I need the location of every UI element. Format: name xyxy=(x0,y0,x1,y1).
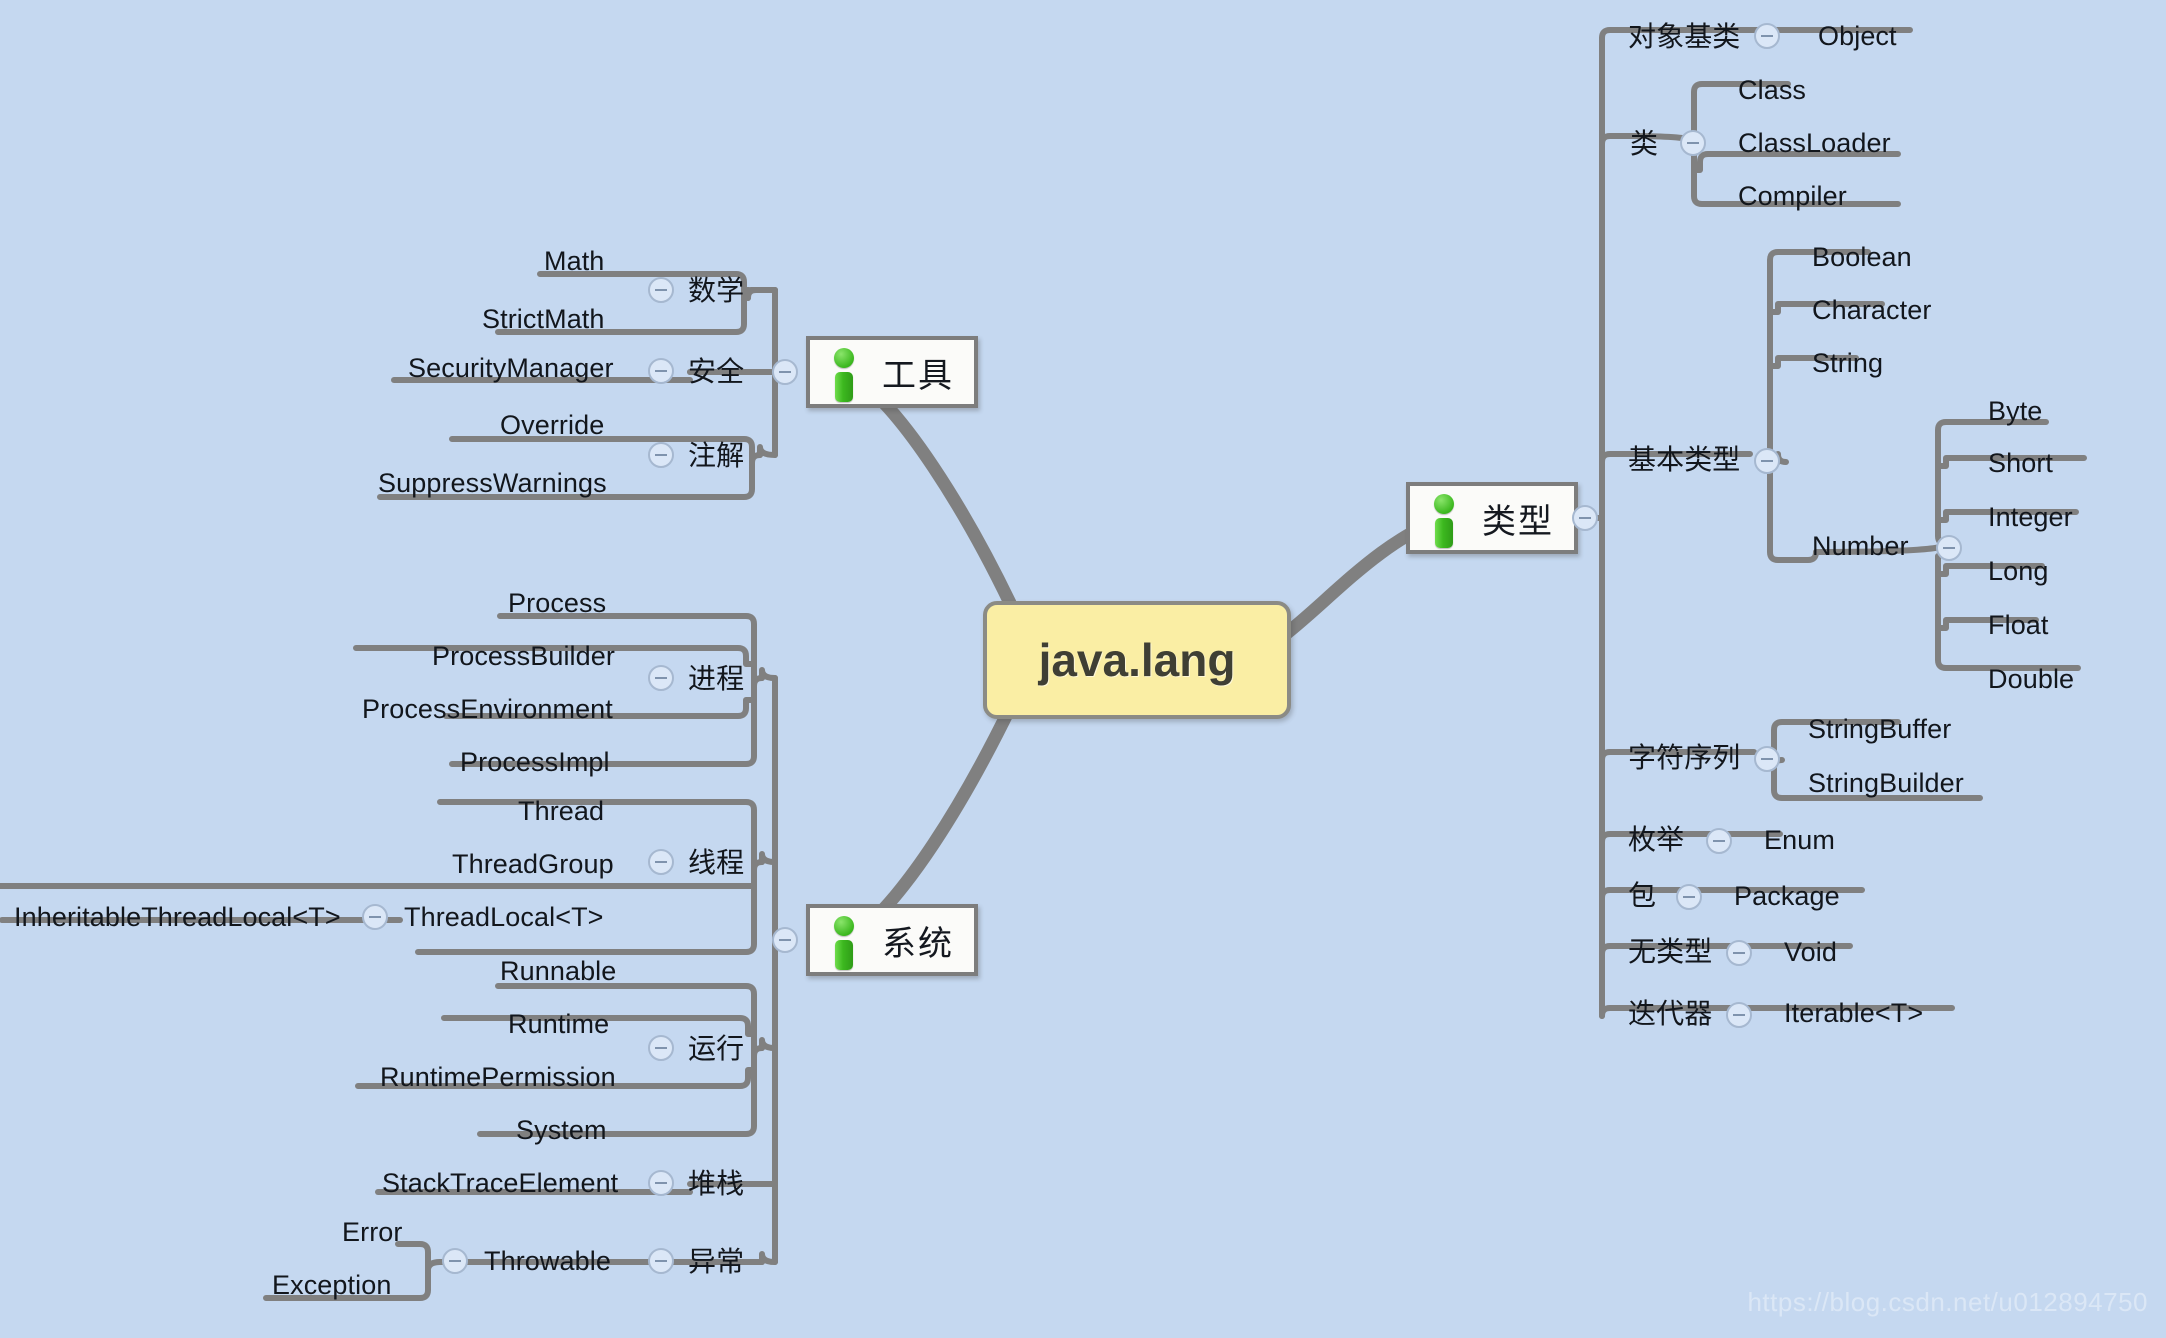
leaf-double[interactable]: Double xyxy=(1988,666,2074,693)
group-label-runtime[interactable]: 运行 xyxy=(688,1035,744,1063)
branch-label-types: 类型 xyxy=(1482,502,1554,541)
mindmap-canvas: java.lang 工具 系统 类型 数学 Math StrictMath 安全… xyxy=(0,0,2166,1338)
collapse-toggle-math[interactable] xyxy=(648,277,674,303)
leaf-integer[interactable]: Integer xyxy=(1988,504,2073,531)
leaf-runnable[interactable]: Runnable xyxy=(500,958,616,985)
collapse-toggle-tools[interactable] xyxy=(772,359,798,385)
group-label-void[interactable]: 无类型 xyxy=(1628,938,1712,966)
group-label-classes[interactable]: 类 xyxy=(1630,130,1658,158)
group-label-enum[interactable]: 枚举 xyxy=(1628,826,1684,854)
collapse-toggle-thread[interactable] xyxy=(648,849,674,875)
leaf-byte[interactable]: Byte xyxy=(1988,398,2042,425)
collapse-toggle-exception[interactable] xyxy=(648,1248,674,1274)
group-label-process[interactable]: 进程 xyxy=(688,665,744,693)
info-icon xyxy=(1432,494,1456,548)
group-label-package[interactable]: 包 xyxy=(1628,882,1656,910)
leaf-package[interactable]: Package xyxy=(1734,883,1840,910)
collapse-toggle-object-base[interactable] xyxy=(1754,23,1780,49)
leaf-processimpl[interactable]: ProcessImpl xyxy=(460,749,610,776)
collapse-toggle-process[interactable] xyxy=(648,665,674,691)
collapse-toggle-void[interactable] xyxy=(1726,940,1752,966)
group-label-annotation[interactable]: 注解 xyxy=(688,442,744,470)
leaf-character[interactable]: Character xyxy=(1812,297,1931,324)
collapse-toggle-number[interactable] xyxy=(1936,535,1962,561)
collapse-toggle-charseq[interactable] xyxy=(1754,746,1780,772)
group-label-stack[interactable]: 堆栈 xyxy=(688,1170,744,1198)
leaf-override[interactable]: Override xyxy=(500,412,604,439)
leaf-class[interactable]: Class xyxy=(1738,77,1806,104)
leaf-throwable[interactable]: Throwable xyxy=(484,1248,611,1275)
leaf-runtime[interactable]: Runtime xyxy=(508,1011,609,1038)
collapse-toggle-security[interactable] xyxy=(648,358,674,384)
group-label-exception[interactable]: 异常 xyxy=(688,1248,744,1276)
info-icon xyxy=(832,348,856,402)
leaf-strictmath[interactable]: StrictMath xyxy=(482,306,605,333)
collapse-toggle-threadlocal[interactable] xyxy=(362,904,388,930)
branch-node-tools[interactable]: 工具 xyxy=(806,336,978,408)
leaf-short[interactable]: Short xyxy=(1988,450,2053,477)
leaf-error[interactable]: Error xyxy=(342,1219,403,1246)
group-label-object-base[interactable]: 对象基类 xyxy=(1628,23,1740,51)
leaf-stringbuilder[interactable]: StringBuilder xyxy=(1808,770,1964,797)
leaf-number[interactable]: Number xyxy=(1812,533,1909,560)
collapse-toggle-primitives[interactable] xyxy=(1754,448,1780,474)
collapse-toggle-classes[interactable] xyxy=(1680,130,1706,156)
info-icon xyxy=(832,916,856,970)
branch-label-system: 系统 xyxy=(882,924,954,963)
collapse-toggle-annotation[interactable] xyxy=(648,442,674,468)
leaf-suppresswarnings[interactable]: SuppressWarnings xyxy=(378,470,607,497)
collapse-toggle-system[interactable] xyxy=(772,927,798,953)
leaf-runtimepermission[interactable]: RuntimePermission xyxy=(380,1064,616,1091)
leaf-boolean[interactable]: Boolean xyxy=(1812,244,1912,271)
leaf-long[interactable]: Long xyxy=(1988,558,2048,585)
group-label-thread[interactable]: 线程 xyxy=(688,849,744,877)
leaf-string[interactable]: String xyxy=(1812,350,1883,377)
leaf-inheritablethreadlocal[interactable]: InheritableThreadLocal<T> xyxy=(14,904,341,931)
collapse-toggle-iterator[interactable] xyxy=(1726,1002,1752,1028)
leaf-math[interactable]: Math xyxy=(544,248,604,275)
leaf-classloader[interactable]: ClassLoader xyxy=(1738,130,1891,157)
leaf-processenvironment[interactable]: ProcessEnvironment xyxy=(362,696,613,723)
collapse-toggle-enum[interactable] xyxy=(1706,828,1732,854)
collapse-toggle-package[interactable] xyxy=(1676,884,1702,910)
leaf-system[interactable]: System xyxy=(516,1117,607,1144)
root-label: java.lang xyxy=(1038,634,1236,686)
leaf-securitymanager[interactable]: SecurityManager xyxy=(408,355,614,382)
group-label-iterator[interactable]: 迭代器 xyxy=(1628,1000,1712,1028)
leaf-process[interactable]: Process xyxy=(508,590,606,617)
leaf-compiler[interactable]: Compiler xyxy=(1738,183,1847,210)
leaf-float[interactable]: Float xyxy=(1988,612,2049,639)
branch-node-system[interactable]: 系统 xyxy=(806,904,978,976)
group-label-primitives[interactable]: 基本类型 xyxy=(1628,446,1740,474)
root-node[interactable]: java.lang xyxy=(983,601,1291,719)
branch-label-tools: 工具 xyxy=(882,356,954,395)
collapse-toggle-runtime[interactable] xyxy=(648,1035,674,1061)
leaf-exception[interactable]: Exception xyxy=(272,1272,391,1299)
group-label-charseq[interactable]: 字符序列 xyxy=(1628,744,1740,772)
leaf-object[interactable]: Object xyxy=(1818,23,1897,50)
leaf-stacktraceelement[interactable]: StackTraceElement xyxy=(382,1170,618,1197)
leaf-stringbuffer[interactable]: StringBuffer xyxy=(1808,716,1951,743)
leaf-threadlocal[interactable]: ThreadLocal<T> xyxy=(404,904,604,931)
group-label-security[interactable]: 安全 xyxy=(688,358,744,386)
branch-node-types[interactable]: 类型 xyxy=(1406,482,1578,554)
collapse-toggle-types[interactable] xyxy=(1572,505,1598,531)
leaf-iterable[interactable]: Iterable<T> xyxy=(1784,1000,1923,1027)
leaf-void[interactable]: Void xyxy=(1784,939,1837,966)
leaf-threadgroup[interactable]: ThreadGroup xyxy=(452,851,614,878)
group-label-math[interactable]: 数学 xyxy=(688,277,744,305)
collapse-toggle-stack[interactable] xyxy=(648,1170,674,1196)
leaf-thread[interactable]: Thread xyxy=(518,798,604,825)
collapse-toggle-throwable[interactable] xyxy=(442,1248,468,1274)
leaf-processbuilder[interactable]: ProcessBuilder xyxy=(432,643,615,670)
watermark: https://blog.csdn.net/u012894750 xyxy=(1747,1287,2148,1317)
leaf-enum[interactable]: Enum xyxy=(1764,827,1835,854)
